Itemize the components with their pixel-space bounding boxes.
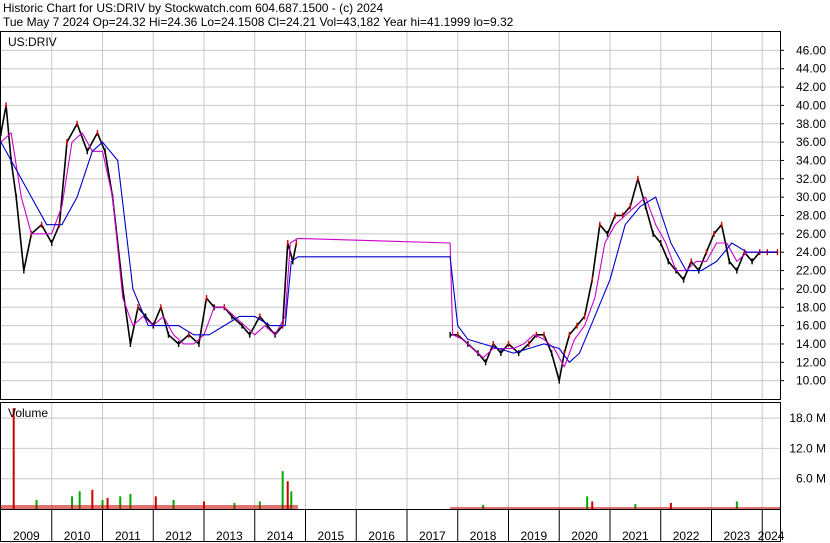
y-tick-label: 12.00 <box>796 355 826 369</box>
x-tick-label: 2024 <box>758 529 785 543</box>
y-tick-label: 36.00 <box>796 135 826 149</box>
y-tick-label: 28.00 <box>796 209 826 223</box>
x-tick-label: 2016 <box>368 529 395 543</box>
symbol-label: US:DRIV <box>8 35 57 49</box>
x-tick-label: 2022 <box>673 529 700 543</box>
y-tick-label: 20.00 <box>796 282 826 296</box>
x-tick-label: 2013 <box>216 529 243 543</box>
x-tick-label: 2011 <box>115 529 141 543</box>
y-tick-label: 10.00 <box>796 374 826 388</box>
x-tick-label: 2009 <box>13 529 40 543</box>
x-tick-label: 2015 <box>318 529 345 543</box>
x-tick-label: 2023 <box>724 529 751 543</box>
y-tick-label: 16.00 <box>796 319 826 333</box>
y-tick-label: 14.00 <box>796 337 826 351</box>
y-tick-label: 42.00 <box>796 80 826 94</box>
x-tick-label: 2014 <box>267 529 294 543</box>
y-tick-label: 30.00 <box>796 190 826 204</box>
volume-bar <box>12 408 15 509</box>
y-tick-label: 24.00 <box>796 245 826 259</box>
volume-tick-label: 18.0 M <box>789 411 826 425</box>
stock-chart: 2009 2010 2011 2012 2013 2014 2015 2016 2017 2018… <box>0 31 826 543</box>
y-tick-label: 38.00 <box>796 117 826 131</box>
y-tick-label: 46.00 <box>796 43 826 57</box>
y-tick-label: 32.00 <box>796 172 826 186</box>
x-tick-label: 2021 <box>622 529 649 543</box>
volume-tick-label: 6.0 M <box>796 472 826 486</box>
y-tick-label: 18.00 <box>796 300 826 314</box>
x-tick-label: 2018 <box>470 529 497 543</box>
y-tick-label: 44.00 <box>796 62 826 76</box>
x-tick-label: 2012 <box>165 529 192 543</box>
y-tick-label: 34.00 <box>796 153 826 167</box>
x-tick-label: 2020 <box>571 529 598 543</box>
x-tick-label: 2019 <box>521 529 548 543</box>
y-tick-label: 40.00 <box>796 98 826 112</box>
volume-bar <box>281 471 284 509</box>
volume-baseline-band-early <box>1 505 298 509</box>
volume-bar <box>286 481 289 509</box>
volume-baseline-band-late <box>450 507 780 509</box>
y-tick-label: 22.00 <box>796 264 826 278</box>
volume-tick-label: 12.0 M <box>789 441 826 455</box>
y-tick-label: 26.00 <box>796 227 826 241</box>
x-tick-label: 2017 <box>419 529 446 543</box>
volume-label: Volume <box>8 406 48 420</box>
x-tick-label: 2010 <box>64 529 91 543</box>
